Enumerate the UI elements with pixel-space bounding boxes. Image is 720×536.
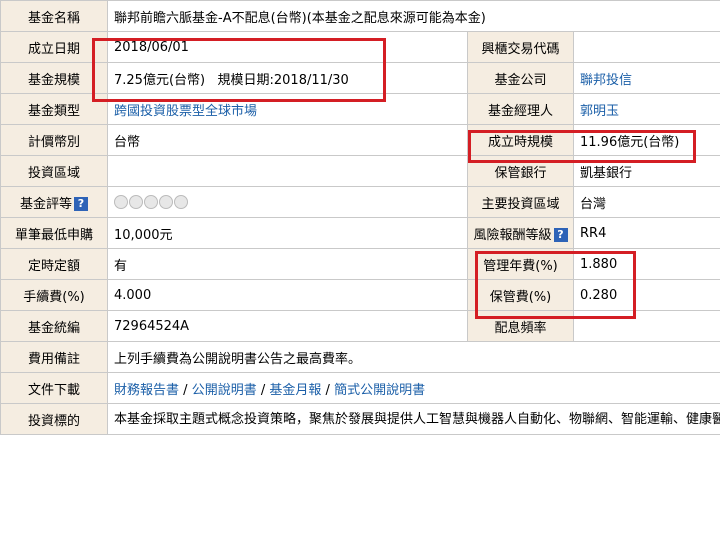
link-separator: / (325, 382, 330, 398)
star-icon (144, 195, 158, 209)
value-fund-size: 7.25億元(台幣) (114, 72, 206, 88)
simplified-prospectus-link[interactable]: 簡式公開說明書 (334, 383, 425, 398)
value-inception-size: 11.96億元(台幣) (572, 124, 720, 156)
help-icon[interactable]: ? (553, 228, 568, 242)
label-dividend-frequency: 配息頻率 (467, 310, 574, 342)
label-custody-fee: 保管費(%) (467, 279, 574, 311)
monthly-report-link[interactable]: 基金月報 (269, 383, 321, 398)
row-fund-type: 基金類型 跨國投資股票型全球市場 基金經理人 郭明玉 (0, 93, 720, 125)
prospectus-link[interactable]: 公開說明書 (192, 383, 257, 398)
label-fund-rating: 基金評等 (19, 196, 72, 212)
label-minimum-purchase: 單筆最低申購 (0, 217, 108, 249)
label-inception-size: 成立時規模 (467, 124, 574, 156)
row-download: 文件下載 財務報告書 / 公開說明書 / 基金月報 / 簡式公開說明書 (0, 372, 720, 404)
fund-company-link[interactable]: 聯邦投信 (580, 73, 632, 88)
help-icon[interactable]: ? (74, 197, 88, 211)
financial-report-link[interactable]: 財務報告書 (114, 383, 179, 398)
star-icon (159, 195, 173, 209)
star-icon (174, 195, 188, 209)
value-handling-fee: 4.000 (107, 279, 468, 311)
fund-manager-link[interactable]: 郭明玉 (580, 104, 619, 119)
row-rating: 基金評等? 主要投資區域 台灣 (0, 186, 720, 218)
label-risk-level: 風險報酬等級 (473, 227, 552, 243)
value-investment-objective: 本基金採取主題式概念投資策略，聚焦於發展與提供人工智慧與機器人自動化、物聯網、智… (106, 403, 720, 435)
label-custodian-bank: 保管銀行 (467, 155, 574, 187)
row-inception: 成立日期 2018/06/01 興櫃交易代碼 (0, 31, 720, 63)
star-icon (114, 195, 128, 209)
value-currency: 台幣 (107, 124, 468, 156)
value-fund-rating (107, 186, 468, 218)
row-fee: 手續費(%) 4.000 保管費(%) 0.280 (0, 279, 720, 311)
row-objective: 投資標的 本基金採取主題式概念投資策略，聚焦於發展與提供人工智慧與機器人自動化、… (0, 403, 720, 435)
fund-info-table: 基金名稱 聯邦前瞻六脈基金-A不配息(台幣)(本基金之配息來源可能為本金) 成立… (0, 0, 720, 435)
value-minimum-purchase: 10,000元 (107, 217, 468, 249)
link-separator: / (183, 382, 188, 398)
value-otc-code (572, 31, 720, 63)
value-custodian-bank: 凱基銀行 (572, 155, 720, 187)
value-fund-manager-cell: 郭明玉 (572, 93, 720, 125)
label-main-region: 主要投資區域 (467, 186, 574, 218)
label-risk-level-cell: 風險報酬等級? (467, 217, 574, 249)
label-management-fee: 管理年費(%) (467, 248, 574, 280)
label-fund-company: 基金公司 (467, 62, 574, 94)
label-fund-manager: 基金經理人 (467, 93, 574, 125)
value-investment-region (107, 155, 468, 187)
value-fund-company-cell: 聯邦投信 (572, 62, 720, 94)
row-fund-size: 基金規模 7.25億元(台幣) 規模日期:2018/11/30 基金公司 聯邦投… (0, 62, 720, 94)
row-region: 投資區域 保管銀行 凱基銀行 (0, 155, 720, 187)
row-fund-name: 基金名稱 聯邦前瞻六脈基金-A不配息(台幣)(本基金之配息來源可能為本金) (0, 0, 720, 32)
value-fee-note: 上列手續費為公開說明書公告之最高費率。 (106, 341, 720, 373)
value-size-date: 2018/11/30 (273, 72, 349, 88)
value-risk-level: RR4 (572, 217, 720, 249)
star-icon (129, 195, 143, 209)
label-fund-size: 基金規模 (0, 62, 108, 94)
row-regular: 定時定額 有 管理年費(%) 1.880 (0, 248, 720, 280)
label-regular-investment: 定時定額 (0, 248, 108, 280)
label-investment-objective: 投資標的 (0, 403, 108, 435)
label-fund-type: 基金類型 (0, 93, 108, 125)
label-fund-code: 基金統編 (0, 310, 108, 342)
value-fund-code: 72964524A (107, 310, 468, 342)
label-fund-rating-cell: 基金評等? (0, 186, 108, 218)
value-custody-fee: 0.280 (572, 279, 720, 311)
row-code: 基金統編 72964524A 配息頻率 (0, 310, 720, 342)
document-links: 財務報告書 / 公開說明書 / 基金月報 / 簡式公開說明書 (106, 372, 720, 404)
value-regular-investment: 有 (107, 248, 468, 280)
value-management-fee: 1.880 (572, 248, 720, 280)
row-currency: 計價幣別 台幣 成立時規模 11.96億元(台幣) (0, 124, 720, 156)
value-dividend-frequency (572, 310, 720, 342)
label-otc-code: 興櫃交易代碼 (467, 31, 574, 63)
fund-type-link[interactable]: 跨國投資股票型全球市場 (114, 104, 257, 119)
link-separator: / (260, 382, 266, 398)
label-inception-date: 成立日期 (0, 31, 108, 63)
value-fund-size-cell: 7.25億元(台幣) 規模日期:2018/11/30 (107, 62, 468, 94)
label-size-date: 規模日期: (217, 72, 274, 88)
label-currency: 計價幣別 (0, 124, 108, 156)
row-fee-note: 費用備註 上列手續費為公開說明書公告之最高費率。 (0, 341, 720, 373)
value-main-region: 台灣 (572, 186, 720, 218)
row-minimum: 單筆最低申購 10,000元 風險報酬等級? RR4 (0, 217, 720, 249)
value-fund-name: 聯邦前瞻六脈基金-A不配息(台幣)(本基金之配息來源可能為本金) (106, 0, 720, 32)
label-handling-fee: 手續費(%) (0, 279, 108, 311)
label-fee-note: 費用備註 (0, 341, 108, 373)
label-investment-region: 投資區域 (0, 155, 108, 187)
rating-stars (114, 195, 189, 210)
label-fund-name: 基金名稱 (0, 0, 108, 32)
value-inception-date: 2018/06/01 (107, 31, 468, 63)
label-document-download: 文件下載 (0, 372, 108, 404)
value-fund-type-cell: 跨國投資股票型全球市場 (107, 93, 468, 125)
